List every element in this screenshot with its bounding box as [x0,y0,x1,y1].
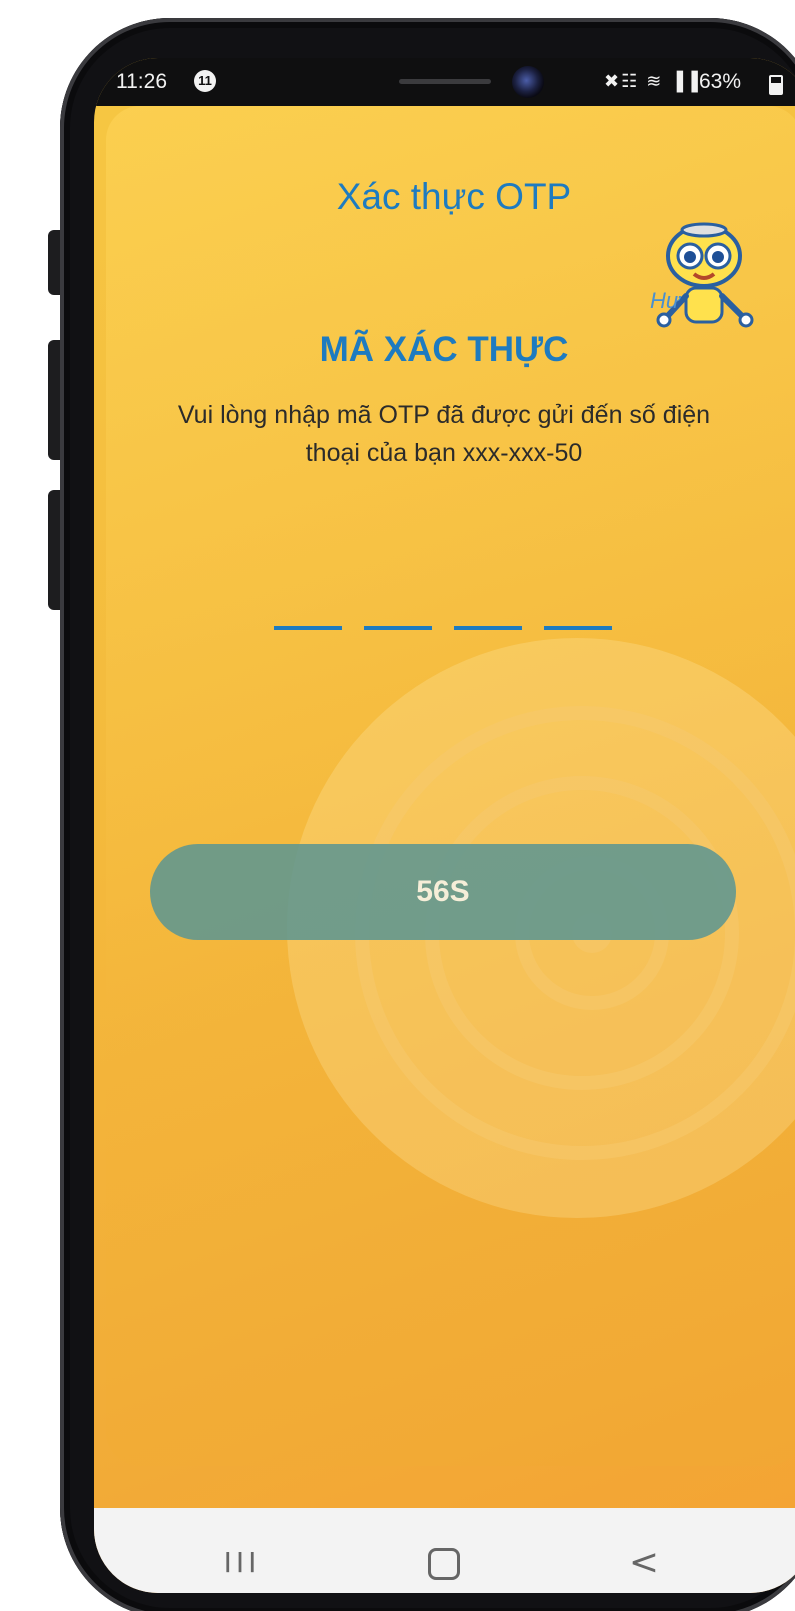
mascot-robot-icon[interactable] [642,216,762,336]
system-nav-bar: III < [94,1508,795,1593]
home-icon [428,1548,460,1580]
instruction-text: Vui lòng nhập mã OTP đã được gửi đến số … [177,401,711,467]
battery-icon [769,75,783,95]
mascot-hint-text: Hư [650,288,680,313]
front-camera-icon [512,66,544,98]
signal-wifi-icons: ✖☷ ≋ ▐▐ [604,71,700,91]
screenshot: 11:26 11 ✖☷ ≋ ▐▐ 63% Xác thực OTP Hư MÃ … [0,0,795,1611]
page-title: Xác thực OTP [336,176,572,217]
section-heading: MÃ XÁC THỰC [319,330,569,369]
back-button[interactable]: < [614,1538,674,1588]
notification-badge-icon: 11 [194,70,216,92]
recents-button[interactable]: III [212,1538,272,1588]
otp-digit-2[interactable] [364,618,432,630]
status-time: 11:26 [116,70,167,93]
earpiece-speaker [399,79,491,84]
battery-percent: 63% [699,70,742,93]
otp-digit-1[interactable] [274,618,342,630]
home-button[interactable] [414,1538,474,1588]
resend-timer-button[interactable]: 56S [150,844,736,940]
status-bar: 11:26 11 ✖☷ ≋ ▐▐ 63% [94,58,795,106]
phone-screen: 11:26 11 ✖☷ ≋ ▐▐ 63% Xác thực OTP Hư MÃ … [94,58,795,1593]
otp-digit-4[interactable] [544,618,612,630]
otp-digit-3[interactable] [454,618,522,630]
otp-input[interactable] [274,618,614,638]
